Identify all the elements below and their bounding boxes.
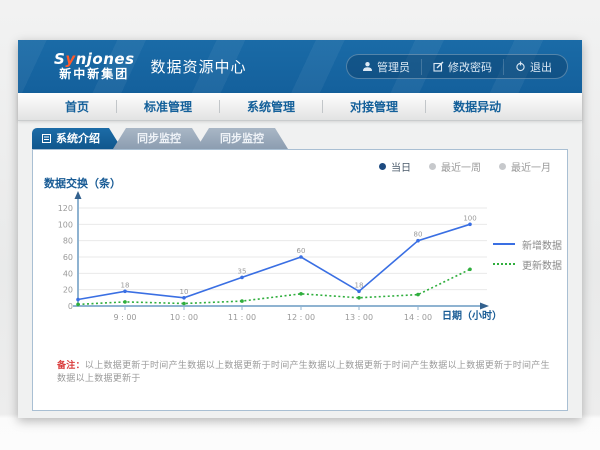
brand-logo: Synjones 新中新集团: [54, 52, 135, 80]
x-axis-title: 日期（小时）: [442, 307, 502, 322]
app-window: Synjones 新中新集团 数据资源中心 管理员 修改密码: [18, 40, 582, 418]
tab-label: 系统介绍: [56, 128, 100, 149]
document-icon: [42, 134, 51, 143]
tab-sync-monitor-1[interactable]: 同步监控: [113, 128, 205, 149]
svg-text:14 : 00: 14 : 00: [404, 313, 432, 322]
tab-system-intro[interactable]: 系统介绍: [32, 128, 122, 149]
filter-label: 当日: [391, 159, 411, 174]
svg-text:60: 60: [63, 253, 73, 262]
main-nav: 首页 标准管理 系统管理 对接管理 数据异动: [18, 93, 582, 121]
svg-text:11 : 00: 11 : 00: [228, 313, 256, 322]
header: Synjones 新中新集团 数据资源中心 管理员 修改密码: [18, 40, 582, 93]
svg-text:100: 100: [58, 220, 73, 229]
svg-text:12 : 00: 12 : 00: [287, 313, 315, 322]
svg-text:100: 100: [463, 214, 476, 222]
y-axis-title: 数据交换（条）: [44, 175, 121, 191]
blue-line-icon: [493, 243, 515, 245]
radio-dot-icon: [429, 163, 436, 170]
current-user-label: 管理员: [377, 59, 410, 75]
svg-text:80: 80: [414, 231, 423, 239]
svg-text:60: 60: [297, 247, 306, 255]
change-password-label: 修改密码: [448, 59, 492, 75]
legend-label: 新增数据: [522, 237, 562, 252]
svg-text:80: 80: [63, 237, 73, 246]
footnote: 备注：以上数据更新于时间产生数据以上数据更新于时间产生数据以上数据更新于时间产生…: [57, 358, 551, 384]
filter-today[interactable]: 当日: [379, 159, 411, 174]
tab-label: 同步监控: [137, 128, 181, 149]
nav-item-home[interactable]: 首页: [38, 98, 116, 115]
logout-button[interactable]: 退出: [503, 59, 563, 75]
legend-updated-data[interactable]: 更新数据: [493, 254, 562, 274]
series-legend: 新增数据 更新数据: [493, 234, 562, 274]
svg-text:40: 40: [63, 269, 73, 278]
svg-text:20: 20: [63, 286, 73, 295]
svg-text:0: 0: [68, 302, 73, 311]
filter-last-week[interactable]: 最近一周: [429, 159, 481, 174]
logout-label: 退出: [530, 59, 552, 75]
filter-label: 最近一周: [441, 159, 481, 174]
svg-text:9 : 00: 9 : 00: [113, 313, 136, 322]
svg-text:35: 35: [238, 267, 247, 275]
nav-item-standard-mgmt[interactable]: 标准管理: [117, 98, 219, 115]
page-title: 数据资源中心: [151, 56, 247, 77]
change-password-button[interactable]: 修改密码: [421, 59, 503, 75]
tab-bar: 系统介绍 同步监控 同步监控: [32, 128, 582, 149]
nav-item-interface-mgmt[interactable]: 对接管理: [323, 98, 425, 115]
line-chart: 0 20 40 60 80 100 120 9 : 00 10 : 00 11 : 00 12 : …: [47, 190, 497, 332]
content-area: 系统介绍 同步监控 同步监控 当日 最近一周: [18, 121, 582, 418]
svg-text:18: 18: [121, 281, 130, 289]
filter-last-month[interactable]: 最近一月: [499, 159, 551, 174]
tab-sync-monitor-2[interactable]: 同步监控: [196, 128, 288, 149]
current-user-button[interactable]: 管理员: [351, 59, 421, 75]
radio-dot-icon: [499, 163, 506, 170]
legend-new-data[interactable]: 新增数据: [493, 234, 562, 254]
brand-name-cn: 新中新集团: [54, 68, 135, 81]
svg-text:120: 120: [58, 204, 73, 213]
radio-dot-icon: [379, 163, 386, 170]
svg-text:18: 18: [355, 281, 364, 289]
green-dotted-line-icon: [493, 263, 515, 265]
svg-text:13 : 00: 13 : 00: [345, 313, 373, 322]
power-icon: [515, 61, 526, 72]
user-toolbar: 管理员 修改密码 退出: [346, 54, 568, 79]
footnote-text: 以上数据更新于时间产生数据以上数据更新于时间产生数据以上数据更新于时间产生数据以…: [57, 361, 550, 384]
logo-accent: y: [65, 50, 75, 68]
svg-text:10 : 00: 10 : 00: [170, 313, 198, 322]
edit-icon: [433, 61, 444, 72]
svg-text:10: 10: [180, 288, 189, 296]
user-icon: [362, 61, 373, 72]
legend-label: 更新数据: [522, 257, 562, 272]
brand-name-en: Synjones: [54, 52, 135, 68]
range-filters: 当日 最近一周 最近一月: [379, 159, 551, 174]
nav-item-system-mgmt[interactable]: 系统管理: [220, 98, 322, 115]
filter-label: 最近一月: [511, 159, 551, 174]
footnote-label: 备注：: [57, 361, 85, 371]
nav-item-data-change[interactable]: 数据异动: [426, 98, 528, 115]
chart-panel: 当日 最近一周 最近一月 数据交换（条） 0 20 40 60 80 100 120 9 : …: [32, 149, 568, 411]
tab-label: 同步监控: [220, 128, 264, 149]
